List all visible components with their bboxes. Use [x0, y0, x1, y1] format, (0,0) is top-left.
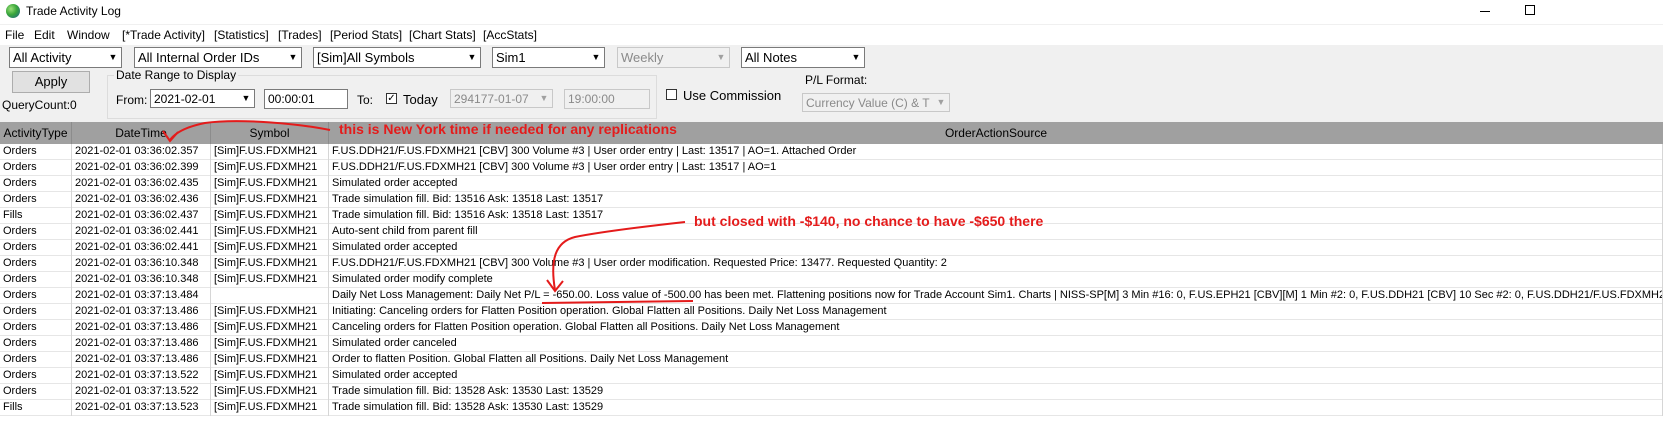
- annotation-underline: [541, 300, 694, 304]
- annotation-arrow-top: [169, 120, 331, 141]
- annotation-arrowhead-top: [162, 130, 179, 143]
- annotation-arrows: [162, 120, 694, 304]
- annotation-arrow-middle: [552, 221, 686, 291]
